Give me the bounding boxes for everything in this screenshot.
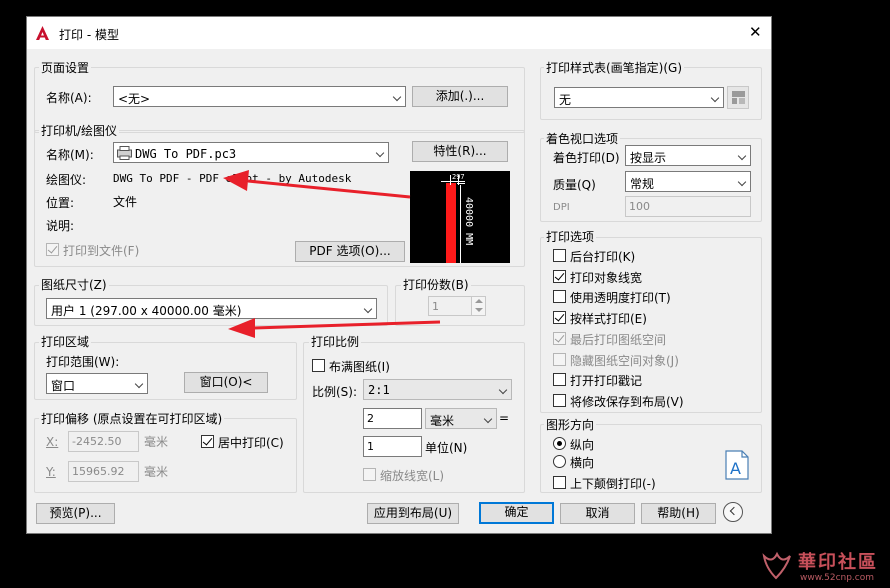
watermark-url: www.52cnp.com: [800, 573, 875, 583]
annotation-arrow-top: [223, 170, 411, 199]
watermark: 華印社區 www.52cnp.com: [760, 548, 888, 586]
watermark-brand: 華印社區: [798, 552, 878, 573]
annotation-arrows: [223, 170, 441, 338]
watermark-logo-icon: [762, 551, 791, 580]
annotation-arrow-bottom: [228, 318, 441, 338]
